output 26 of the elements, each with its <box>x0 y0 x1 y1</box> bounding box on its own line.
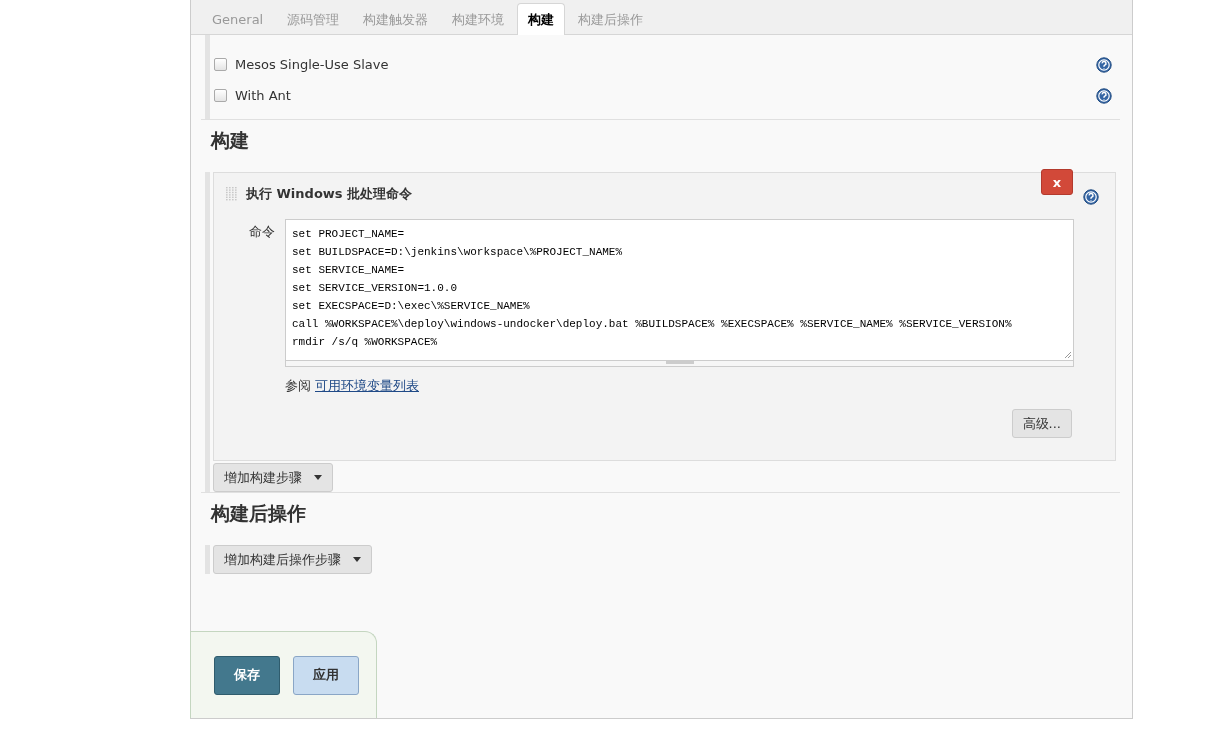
command-textarea[interactable]: set PROJECT_NAME= set BUILDSPACE=D:\jenkins\workspace\%PROJECT_NAME% set SERVICE_NAME= set SERVICE_VERSION=1.0.0 set EXECSPACE=D:\exec\%SERVICE_NAME% call %WORKSPACE%\deploy\windows-undocker\deploy.bat %BUILDSPACE% %EXECSPACE% %SERVICE_NAME% %SERVICE_VERSION% rmdir /s/q %WORKSPACE% <box>285 219 1074 361</box>
see-also-label: 参阅 <box>285 377 311 395</box>
section-heading: 构建后操作 <box>211 501 307 526</box>
option-label: Mesos Single-Use Slave <box>235 57 390 72</box>
resize-grip-icon[interactable] <box>1064 351 1072 359</box>
checkbox[interactable] <box>214 58 227 71</box>
field-label: 命令 <box>248 223 276 241</box>
add-post-build-step-button[interactable]: 增加构建后操作步骤 <box>213 545 372 574</box>
help-icon[interactable] <box>1096 87 1112 104</box>
checkbox[interactable] <box>214 89 227 102</box>
help-icon[interactable] <box>1083 189 1099 205</box>
tab[interactable]: 构建 <box>517 3 566 35</box>
step-title: 执行 Windows 批处理命令 <box>246 185 414 203</box>
env-vars-link[interactable]: 可用环境变量列表 <box>315 377 419 395</box>
help-icon[interactable] <box>1096 56 1112 73</box>
delete-button[interactable]: x <box>1041 169 1073 195</box>
section-heading: 构建 <box>211 128 250 153</box>
save-button[interactable]: 保存 <box>214 655 280 695</box>
add-build-step-button[interactable]: 增加构建步骤 <box>213 463 333 492</box>
apply-button[interactable]: 应用 <box>293 655 359 695</box>
resize-handle[interactable] <box>665 361 694 364</box>
caret-icon <box>314 475 322 480</box>
advanced-button[interactable]: 高级... <box>1011 409 1072 438</box>
option-label: With Ant <box>235 88 292 103</box>
drag-handle-icon[interactable] <box>226 187 238 201</box>
caret-icon <box>353 557 361 562</box>
